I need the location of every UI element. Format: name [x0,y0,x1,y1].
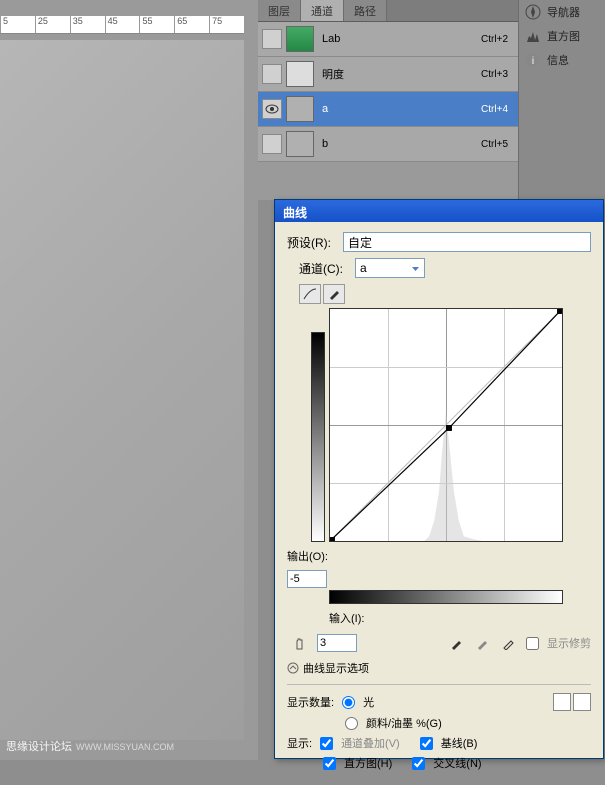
preset-label: 预设(R): [287,234,343,251]
chk-histogram-label: 直方图(H) [344,755,392,771]
panel-group: 图层 通道 路径 Lab Ctrl+2 明度 Ctrl+3 a Ctrl+4 [258,0,605,200]
watermark: 思缘设计论坛WWW.MISSYUAN.COM [6,738,174,754]
visibility-toggle[interactable] [262,64,282,84]
collapse-icon[interactable] [287,662,299,674]
quantity-label: 显示数量: [287,694,334,710]
svg-text:i: i [532,56,534,67]
curve-line [330,309,562,541]
input-gradient [329,590,563,604]
channel-shortcut: Ctrl+3 [481,69,508,80]
show-clip-checkbox[interactable] [526,637,539,650]
input-label: 输入(I): [329,610,364,626]
channel-row-b[interactable]: b Ctrl+5 [258,127,518,162]
eyedropper-icon [502,636,516,650]
channel-thumb [286,26,314,52]
channel-thumb [286,61,314,87]
channel-row-a[interactable]: a Ctrl+4 [258,92,518,127]
sidebar-label: 导航器 [547,4,580,20]
curves-dialog: 曲线 预设(R): 通道(C): a [274,199,604,759]
preset-select[interactable] [343,232,591,252]
eyedropper-gray[interactable] [474,634,492,652]
dialog-titlebar[interactable]: 曲线 [275,200,603,222]
chk-baseline-label: 基线(B) [441,735,478,751]
horizontal-ruler: 5253545556575 [0,16,244,34]
hand-tool[interactable] [291,634,309,652]
tab-layers[interactable]: 图层 [258,0,301,21]
eyedropper-black[interactable] [448,634,466,652]
display-options-header[interactable]: 曲线显示选项 [303,660,369,676]
sidebar-label: 信息 [547,52,569,68]
visibility-toggle[interactable] [262,134,282,154]
pencil-icon [328,288,340,300]
info-icon: i [525,52,541,68]
channel-shortcut: Ctrl+5 [481,139,508,150]
histogram-panel-button[interactable]: 直方图 [519,24,605,48]
navigator-panel-button[interactable]: 导航器 [519,0,605,24]
chk-crosshair[interactable] [412,757,425,770]
channel-label: 通道(C): [299,260,355,277]
channel-row-lightness[interactable]: 明度 Ctrl+3 [258,57,518,92]
info-panel-button[interactable]: i 信息 [519,48,605,72]
chk-baseline[interactable] [420,737,433,750]
radio-light-label: 光 [363,694,374,710]
eyedropper-icon [476,636,490,650]
curve-graph[interactable] [329,308,563,542]
eyedropper-white[interactable] [500,634,518,652]
tab-paths[interactable]: 路径 [344,0,387,21]
document-image[interactable] [0,40,244,740]
channel-shortcut: Ctrl+2 [481,34,508,45]
input-value-input[interactable] [317,634,357,652]
compass-icon [525,4,541,20]
show-label: 显示: [287,735,312,751]
chevron-down-icon [411,264,420,273]
hand-icon [292,635,308,651]
curve-tool-point[interactable] [299,284,321,304]
channel-thumb [286,96,314,122]
tab-channels[interactable]: 通道 [301,0,344,21]
grid-large-button[interactable] [573,693,591,711]
chk-crosshair-label: 交叉线(N) [433,755,481,771]
radio-pigment[interactable] [345,717,358,730]
channel-select[interactable]: a [355,258,425,278]
sidebar-label: 直方图 [547,28,580,44]
right-sidebar: 导航器 直方图 i 信息 [518,0,605,200]
histogram-icon [525,28,541,44]
channel-thumb [286,131,314,157]
eye-icon [265,104,279,114]
curve-tool-draw[interactable] [323,284,345,304]
show-clip-label: 显示修剪 [547,635,591,651]
radio-light[interactable] [342,696,355,709]
channels-list: Lab Ctrl+2 明度 Ctrl+3 a Ctrl+4 b Ctrl+5 [258,22,518,162]
visibility-toggle[interactable] [262,99,282,119]
radio-pigment-label: 颜料/油墨 %(G) [366,715,442,731]
channel-shortcut: Ctrl+4 [481,104,508,115]
grid-small-button[interactable] [553,693,571,711]
chk-overlay-label: 通道叠加(V) [341,735,400,751]
channel-name: Lab [322,33,481,45]
chk-histogram[interactable] [323,757,336,770]
curve-icon [303,288,317,300]
channel-name: 明度 [322,66,481,82]
channel-name: b [322,138,481,150]
chk-overlay[interactable] [320,737,333,750]
output-label: 输出(O): [287,548,328,564]
output-value-input[interactable] [287,570,327,588]
output-gradient [311,332,325,542]
eyedropper-icon [450,636,464,650]
canvas-area: 5253545556575 思缘设计论坛WWW.MISSYUAN.COM [0,0,258,760]
channel-name: a [322,103,481,115]
visibility-toggle[interactable] [262,29,282,49]
channel-row-lab[interactable]: Lab Ctrl+2 [258,22,518,57]
